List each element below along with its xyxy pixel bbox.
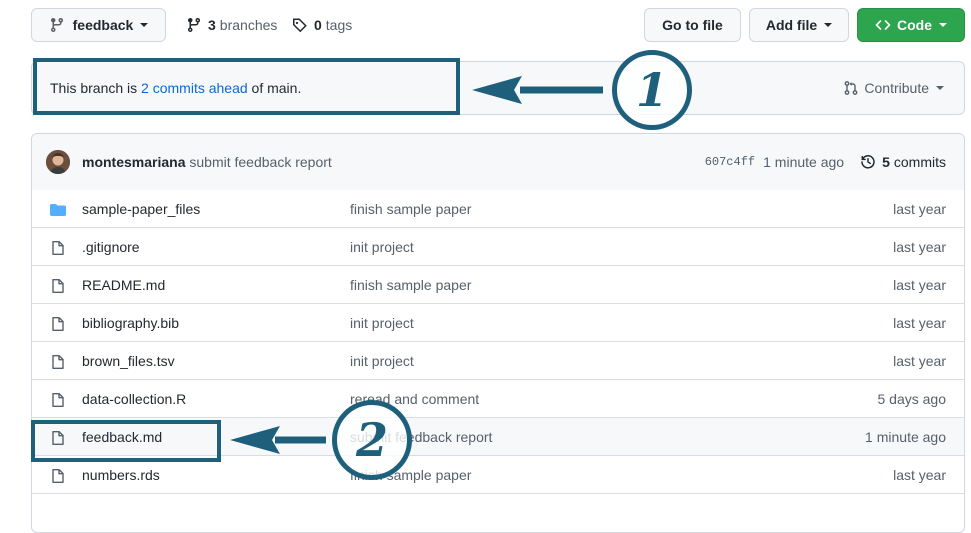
file-icon <box>52 317 64 331</box>
file-name[interactable]: data-collection.R <box>82 391 186 407</box>
file-name[interactable]: README.md <box>82 277 165 293</box>
file-row[interactable]: bibliography.bib init project last year <box>32 304 964 342</box>
file-name[interactable]: .gitignore <box>82 239 140 255</box>
branches-link[interactable]: 3 branches <box>186 17 277 33</box>
tags-count: 0 <box>314 17 322 33</box>
commits-count: 5 <box>882 154 890 170</box>
file-commit-message[interactable]: init project <box>350 315 414 331</box>
annotation-step-label: 2 <box>355 413 388 467</box>
branch-status-banner: This branch is 2 commits ahead of main. … <box>31 61 965 115</box>
branch-status-prefix: This branch is <box>50 80 142 96</box>
chevron-down-icon <box>936 86 944 90</box>
branch-name: feedback <box>72 17 134 33</box>
chevron-down-icon <box>140 23 149 27</box>
contribute-label: Contribute <box>864 80 929 96</box>
tag-icon <box>293 18 307 33</box>
file-row[interactable]: .gitignore init project last year <box>32 228 964 266</box>
file-icon <box>52 393 64 407</box>
chevron-down-icon <box>939 23 947 27</box>
history-icon <box>861 155 875 169</box>
file-commit-time: last year <box>893 277 946 293</box>
annotation-step-label: 1 <box>635 63 668 117</box>
file-row[interactable]: feedback.md submit feedback report 1 min… <box>32 418 964 456</box>
code-button[interactable]: Code <box>857 8 965 42</box>
file-commit-message[interactable]: finish sample paper <box>350 201 471 217</box>
file-icon <box>52 279 64 293</box>
file-name[interactable]: sample-paper_files <box>82 201 200 217</box>
file-commit-time: last year <box>893 239 946 255</box>
file-commit-time: 5 days ago <box>877 391 947 407</box>
branches-count: 3 <box>208 17 216 33</box>
file-commit-time: last year <box>893 315 946 331</box>
tags-link[interactable]: 0 tags <box>292 17 352 33</box>
folder-icon <box>50 203 66 216</box>
go-to-file-button[interactable]: Go to file <box>644 8 741 42</box>
commit-time[interactable]: 1 minute ago <box>763 154 844 170</box>
add-file-button[interactable]: Add file <box>749 8 849 42</box>
file-row[interactable]: sample-paper_files finish sample paper l… <box>32 190 964 228</box>
file-name[interactable]: bibliography.bib <box>82 315 179 331</box>
pull-request-icon <box>845 81 858 95</box>
add-file-label: Add file <box>765 17 818 33</box>
avatar[interactable] <box>46 150 70 174</box>
file-row[interactable]: numbers.rds finish sample paper last yea… <box>32 456 964 494</box>
file-commit-message[interactable]: init project <box>350 239 414 255</box>
code-label: Code <box>897 17 932 33</box>
file-commit-time: 1 minute ago <box>865 429 946 445</box>
file-name[interactable]: feedback.md <box>82 429 162 445</box>
commit-message[interactable]: submit feedback report <box>189 154 331 170</box>
file-commit-time: last year <box>893 467 946 483</box>
commits-ahead-link[interactable]: 2 commits ahead <box>141 80 248 96</box>
file-row[interactable]: README.md finish sample paper last year <box>32 266 964 304</box>
file-icon <box>52 241 64 255</box>
file-name[interactable]: numbers.rds <box>82 467 160 483</box>
commit-author[interactable]: montesmariana <box>82 154 185 170</box>
file-icon <box>52 469 64 483</box>
latest-commit-meta: 607c4ff 1 minute ago 5 commits <box>705 154 946 170</box>
contribute-button[interactable]: Contribute <box>843 80 944 96</box>
commit-sha[interactable]: 607c4ff <box>705 155 755 169</box>
file-icon <box>52 431 64 445</box>
file-commit-message[interactable]: init project <box>350 353 414 369</box>
commits-history-link[interactable]: 5 commits <box>860 154 946 170</box>
branches-label: branches <box>219 17 278 33</box>
file-commit-message[interactable]: finish sample paper <box>350 277 471 293</box>
file-name[interactable]: brown_files.tsv <box>82 353 175 369</box>
file-browser: montesmariana submit feedback report 607… <box>31 133 965 533</box>
git-branch-icon <box>50 18 63 33</box>
latest-commit-text: montesmariana submit feedback report <box>82 154 332 170</box>
go-to-file-label: Go to file <box>662 17 723 33</box>
git-branch-icon <box>187 18 200 33</box>
tags-label: tags <box>325 17 353 33</box>
file-commit-time: last year <box>893 201 946 217</box>
code-icon <box>875 20 891 30</box>
commits-label: commits <box>893 154 946 170</box>
branch-status-suffix: of main. <box>247 80 302 96</box>
file-row[interactable]: data-collection.R reread and comment 5 d… <box>32 380 964 418</box>
branch-select-button[interactable]: feedback <box>31 8 166 42</box>
file-row[interactable]: brown_files.tsv init project last year <box>32 342 964 380</box>
file-icon <box>52 355 64 369</box>
annotation-step-badge: 2 <box>332 400 412 480</box>
latest-commit-bar: montesmariana submit feedback report 607… <box>32 134 964 191</box>
file-commit-time: last year <box>893 353 946 369</box>
chevron-down-icon <box>824 23 833 27</box>
branch-status-text: This branch is 2 commits ahead of main. <box>50 80 301 96</box>
annotation-step-badge: 1 <box>612 50 692 130</box>
